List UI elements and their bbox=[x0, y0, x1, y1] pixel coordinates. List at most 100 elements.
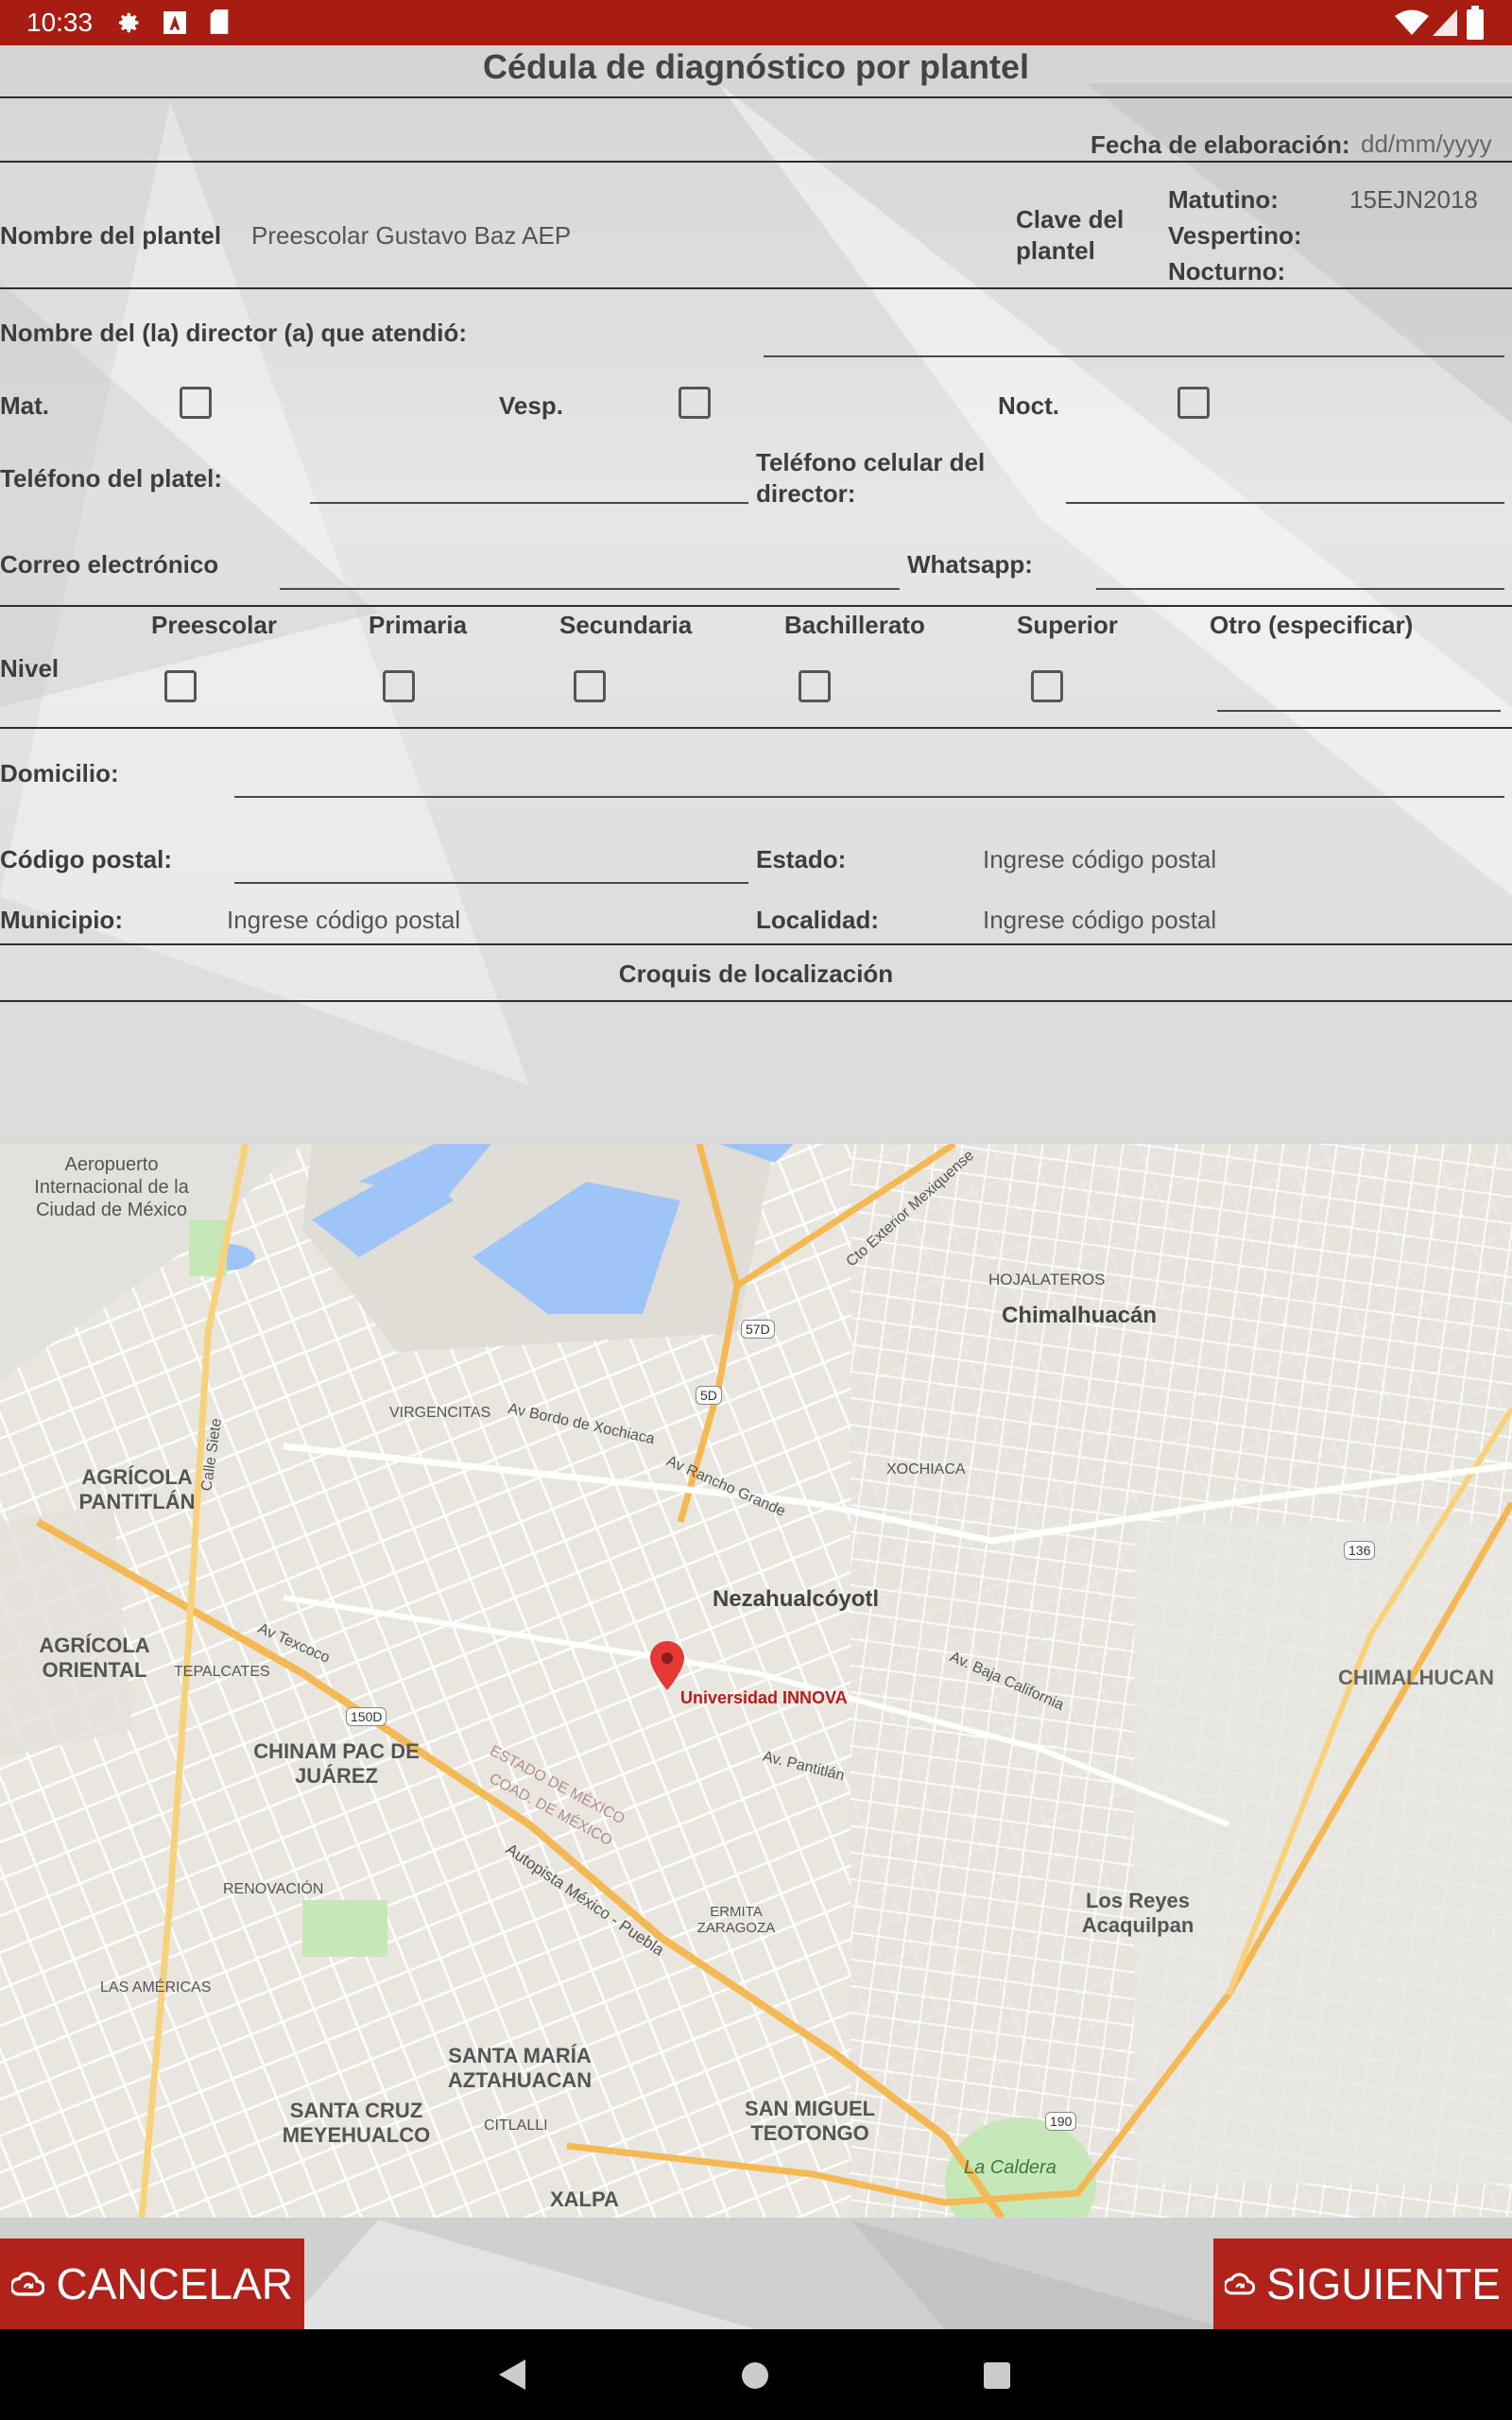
cancel-button-label: CANCELAR bbox=[56, 2259, 293, 2308]
croquis-label: Croquis de localización bbox=[618, 959, 894, 988]
recents-icon[interactable] bbox=[983, 2361, 1011, 2390]
map-label-airport: Aeropuerto Internacional de la Ciudad de… bbox=[34, 1154, 189, 1220]
nombre-plantel-label: Nombre del plantel bbox=[0, 221, 222, 250]
map-label-citlalli: CITLALLI bbox=[484, 2118, 548, 2134]
cloud-sync-icon bbox=[11, 2272, 45, 2296]
nivel-secundaria-checkbox[interactable] bbox=[574, 670, 606, 702]
nivel-superior-checkbox[interactable] bbox=[1031, 670, 1063, 702]
a-box-icon bbox=[163, 11, 186, 34]
map-label-nezahualcoyotl: Nezahualcóyotl bbox=[713, 1586, 880, 1612]
cancel-button[interactable]: CANCELAR bbox=[0, 2238, 304, 2329]
vespertino-label: Vespertino: bbox=[1168, 221, 1302, 250]
map-shield-5d: 5D bbox=[696, 1386, 722, 1405]
whatsapp-label: Whatsapp: bbox=[907, 550, 1033, 579]
noct-checkbox[interactable] bbox=[1177, 387, 1210, 419]
cp-label: Código postal: bbox=[0, 845, 172, 873]
cloud-sync-icon bbox=[1225, 2273, 1256, 2295]
nivel-primaria-label: Primaria bbox=[369, 611, 468, 639]
plantel-divider bbox=[0, 287, 1512, 289]
noct-label: Noct. bbox=[998, 391, 1059, 420]
nivel-primaria-checkbox[interactable] bbox=[383, 670, 415, 702]
gear-icon bbox=[118, 12, 139, 33]
map-label-agricola-pantitlan: AGRÍCOLA PANTITLÁN bbox=[78, 1465, 196, 1513]
map-label-san-miguel: SAN MIGUEL TEOTONGO bbox=[744, 2097, 876, 2145]
next-button-label: SIGUIENTE bbox=[1266, 2259, 1501, 2308]
director-input[interactable] bbox=[764, 355, 1504, 357]
map-label-tepalcates: TEPALCATES bbox=[174, 1664, 270, 1680]
municipio-label: Municipio: bbox=[0, 906, 123, 934]
location-map[interactable]: Aeropuerto Internacional de la Ciudad de… bbox=[0, 1144, 1512, 2218]
sd-card-icon bbox=[210, 9, 229, 34]
nivel-bachillerato-checkbox[interactable] bbox=[799, 670, 831, 702]
home-icon[interactable] bbox=[741, 2361, 769, 2390]
map-shield-136: 136 bbox=[1344, 1541, 1376, 1560]
nivel-divider bbox=[0, 727, 1512, 729]
localidad-value: Ingrese código postal bbox=[983, 906, 1217, 934]
nocturno-label: Nocturno: bbox=[1168, 257, 1286, 285]
map-shield-57d: 57D bbox=[741, 1320, 775, 1339]
nivel-secundaria-label: Secundaria bbox=[559, 611, 693, 639]
nivel-otro-label: Otro (especificar) bbox=[1210, 611, 1414, 639]
signal-icon bbox=[1433, 9, 1457, 36]
correo-label: Correo electrónico bbox=[0, 550, 219, 579]
nivel-preescolar-label: Preescolar bbox=[151, 611, 277, 639]
mat-label: Mat. bbox=[0, 391, 49, 420]
map-label-hojalateros: HOJALATEROS bbox=[988, 1270, 1106, 1288]
telefono-label: Teléfono del platel: bbox=[0, 464, 222, 493]
map-label-agricola-oriental: AGRÍCOLA ORIENTAL bbox=[39, 1634, 150, 1682]
vesp-label: Vesp. bbox=[499, 391, 563, 420]
vesp-checkbox[interactable] bbox=[679, 387, 711, 419]
celular-input[interactable] bbox=[1066, 502, 1504, 504]
map-label-xochiaca: XOCHIACA bbox=[886, 1461, 966, 1478]
map-shield-190: 190 bbox=[1045, 2112, 1077, 2131]
next-button[interactable]: SIGUIENTE bbox=[1213, 2238, 1512, 2329]
domicilio-input[interactable] bbox=[234, 796, 1504, 798]
map-label-la-caldera: La Caldera bbox=[964, 2157, 1057, 2178]
map-shield-150d: 150D bbox=[346, 1707, 387, 1726]
fecha-divider bbox=[0, 161, 1512, 163]
nivel-otro-input[interactable] bbox=[1217, 710, 1501, 712]
map-label-xalpa: XALPA bbox=[550, 2187, 619, 2211]
navigation-bar bbox=[0, 2329, 1512, 2420]
map-label-renovacion: RENOVACIÓN bbox=[223, 1881, 324, 1897]
estado-label: Estado: bbox=[756, 845, 847, 873]
status-time: 10:33 bbox=[26, 8, 94, 37]
map-marker-icon[interactable] bbox=[650, 1641, 684, 1690]
map-base bbox=[0, 1144, 1512, 2218]
municipio-value: Ingrese código postal bbox=[227, 906, 461, 934]
fecha-input[interactable]: dd/mm/yyyy bbox=[1361, 130, 1492, 159]
nivel-bachillerato-label: Bachillerato bbox=[784, 611, 925, 639]
matutino-label: Matutino: bbox=[1168, 185, 1279, 214]
map-label-santa-cruz: SANTA CRUZ MEYEHUALCO bbox=[282, 2099, 431, 2147]
map-label-santa-maria: SANTA MARÍA AZTAHUACAN bbox=[447, 2044, 593, 2092]
back-icon[interactable] bbox=[497, 2358, 527, 2392]
map-label-virgencitas: VIRGENCITAS bbox=[389, 1405, 491, 1421]
battery-icon bbox=[1467, 6, 1484, 40]
map-label-chimalhucan: CHIMALHUCAN bbox=[1338, 1666, 1494, 1689]
map-marker-label: Universidad INNOVA bbox=[680, 1688, 848, 1707]
nivel-preescolar-checkbox[interactable] bbox=[164, 670, 197, 702]
correo-input[interactable] bbox=[280, 588, 900, 590]
mat-checkbox[interactable] bbox=[180, 387, 212, 419]
map-label-ermita: ERMITA ZARAGOZA bbox=[696, 1904, 776, 1936]
whatsapp-input[interactable] bbox=[1096, 588, 1504, 590]
title-divider bbox=[0, 96, 1512, 98]
status-bar: 10:33 bbox=[0, 0, 1512, 45]
wifi-icon bbox=[1395, 9, 1429, 35]
director-label: Nombre del (la) director (a) que atendió… bbox=[0, 319, 468, 347]
croquis-divider bbox=[0, 1000, 1512, 1002]
nivel-superior-label: Superior bbox=[1017, 611, 1118, 639]
nombre-plantel-value: Preescolar Gustavo Baz AEP bbox=[251, 221, 572, 250]
clave-value: 15EJN2018 bbox=[1349, 185, 1478, 214]
telefono-input[interactable] bbox=[310, 502, 748, 504]
map-label-los-reyes: Los Reyes Acaquilpan bbox=[1081, 1889, 1194, 1937]
cp-input[interactable] bbox=[234, 882, 748, 884]
domicilio-label: Domicilio: bbox=[0, 759, 119, 787]
fecha-label: Fecha de elaboración: bbox=[1091, 130, 1350, 159]
nivel-label: Nivel bbox=[0, 654, 60, 683]
page-title: Cédula de diagnóstico por plantel bbox=[482, 47, 1030, 86]
estado-value: Ingrese código postal bbox=[983, 845, 1217, 873]
map-label-las-americas: LAS AMÉRICAS bbox=[100, 1979, 212, 1996]
localidad-label: Localidad: bbox=[756, 906, 880, 934]
celular-label: Teléfono celular del director: bbox=[756, 448, 986, 508]
